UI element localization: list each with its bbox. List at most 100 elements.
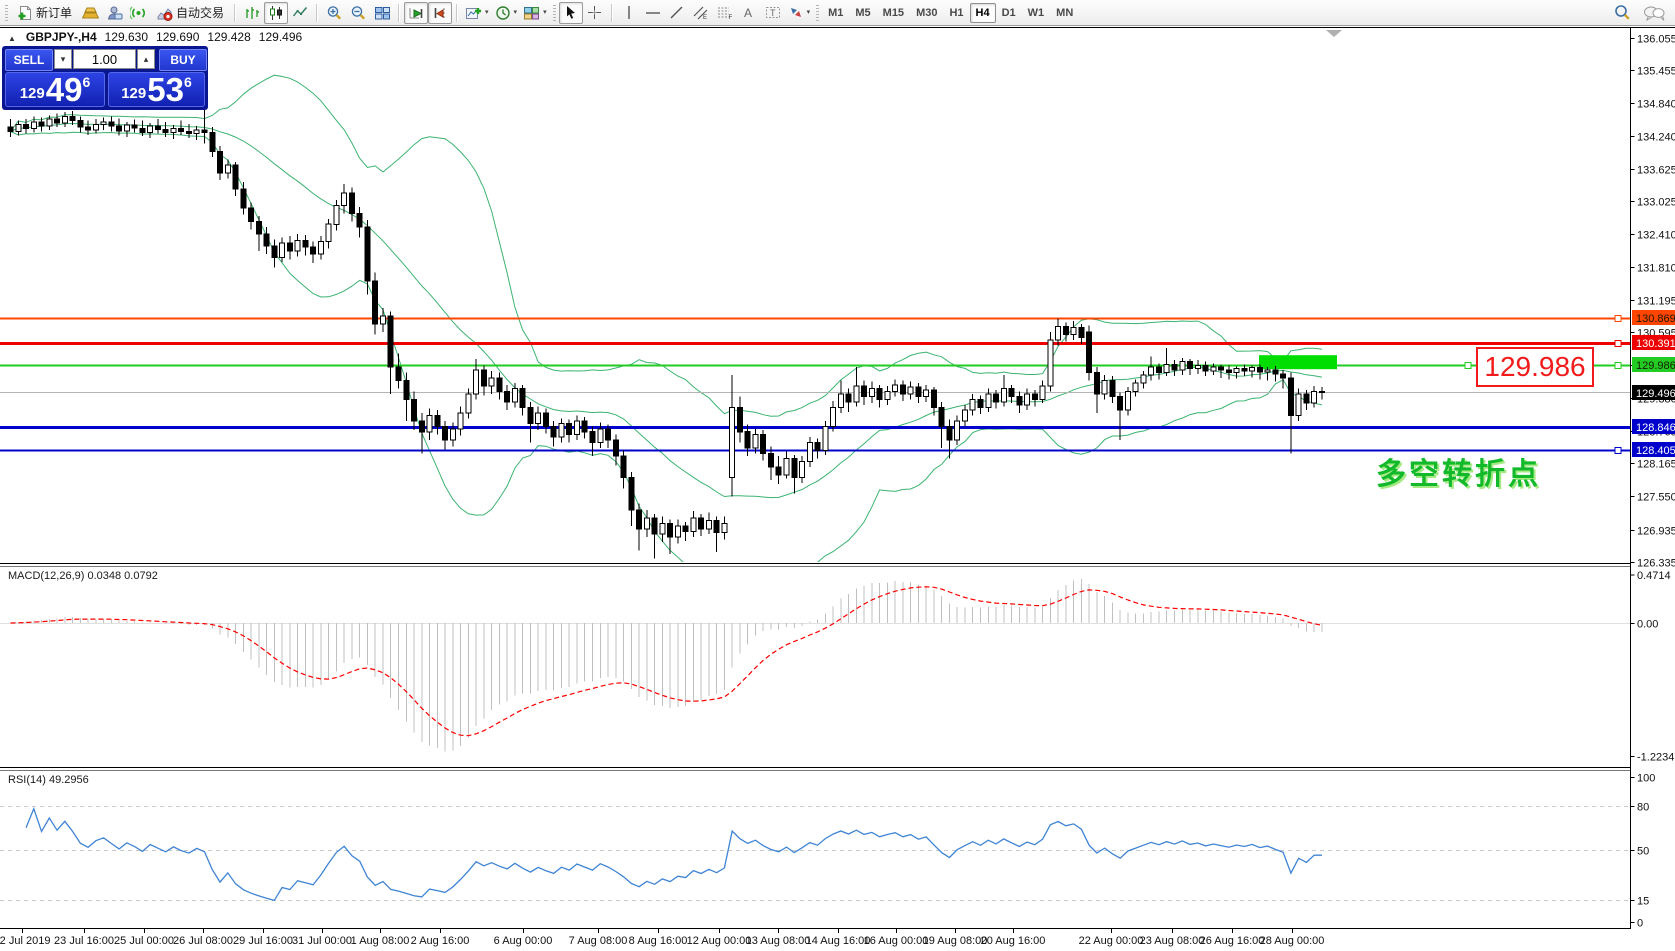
timeframe-m30[interactable]: M30 (910, 3, 943, 23)
timeframe-m5[interactable]: M5 (849, 3, 876, 23)
timeframe-m1[interactable]: M1 (822, 3, 849, 23)
ask-price-sup: 6 (184, 74, 192, 90)
new-order-button[interactable]: 新订单 (11, 2, 78, 24)
fibonacci-tool-button[interactable]: F (713, 2, 737, 24)
periods-button[interactable]: ▾ (492, 2, 521, 24)
buy-button[interactable]: BUY (159, 49, 207, 71)
svg-text:132.410: 132.410 (1637, 230, 1675, 242)
timeframe-d1[interactable]: D1 (996, 3, 1022, 23)
svg-text:128.405: 128.405 (1636, 445, 1675, 457)
templates-button[interactable]: ▾ (520, 2, 550, 24)
one-click-collapse-arrow-icon[interactable]: ▲ (8, 34, 16, 43)
text-a-icon: A (742, 5, 756, 20)
svg-text:12 Aug 00:00: 12 Aug 00:00 (687, 935, 752, 947)
cursor-tool-button[interactable] (559, 2, 583, 24)
svg-text:133.025: 133.025 (1637, 197, 1675, 209)
text-tool-button[interactable]: A (737, 2, 761, 24)
svg-text:126.935: 126.935 (1637, 526, 1675, 538)
svg-text:128.165: 128.165 (1637, 459, 1675, 471)
auto-scroll-icon (408, 5, 425, 21)
horizontal-line-tool-button[interactable] (641, 2, 665, 24)
trendline-tool-button[interactable] (665, 2, 689, 24)
line-chart-button[interactable] (288, 2, 312, 24)
clock-icon (495, 5, 511, 21)
new-order-label: 新订单 (36, 4, 72, 21)
bar-chart-button[interactable] (240, 2, 264, 24)
svg-text:29 Jul 16:00: 29 Jul 16:00 (233, 935, 293, 947)
market-watch-button[interactable] (78, 2, 102, 24)
chinese-annotation[interactable]: 多空转折点 (1376, 449, 1541, 493)
svg-text:23 Jul 16:00: 23 Jul 16:00 (54, 935, 114, 947)
svg-text:23 Aug 08:00: 23 Aug 08:00 (1140, 935, 1205, 947)
ask-quote-button[interactable]: 129 53 6 (108, 72, 205, 107)
svg-text:136.055: 136.055 (1637, 34, 1675, 46)
indicators-button[interactable]: ▾ (462, 2, 492, 24)
vertical-line-icon (623, 5, 635, 20)
svg-text:22 Aug 00:00: 22 Aug 00:00 (1079, 935, 1144, 947)
svg-text:7 Aug 08:00: 7 Aug 08:00 (569, 935, 628, 947)
timeframe-mn[interactable]: MN (1050, 3, 1079, 23)
candlestick-chart-button[interactable] (264, 2, 288, 24)
dropdown-caret-icon: ▾ (807, 9, 811, 16)
zoom-out-icon (350, 5, 367, 21)
volume-increase-button[interactable]: ▴ (137, 49, 155, 69)
volume-decrease-button[interactable]: ▾ (54, 49, 72, 69)
equidistant-channel-icon: E (693, 5, 709, 20)
tile-windows-button[interactable] (370, 2, 394, 24)
toolbar-grip[interactable] (553, 5, 556, 21)
svg-text:131.195: 131.195 (1637, 296, 1675, 308)
ohlc-open: 129.630 (105, 30, 148, 44)
bar-chart-icon (244, 5, 260, 21)
vertical-line-tool-button[interactable] (617, 2, 641, 24)
data-window-button[interactable] (102, 2, 126, 24)
horizontal-line-icon (645, 6, 661, 20)
ohlc-close: 129.496 (259, 30, 302, 44)
svg-text:6 Aug 00:00: 6 Aug 00:00 (494, 935, 553, 947)
channel-tool-button[interactable]: E (689, 2, 713, 24)
text-label-icon: T (765, 5, 781, 20)
rsi-label: RSI(14) 49.2956 (8, 774, 89, 786)
toolbar-grip[interactable] (5, 5, 8, 21)
ohlc-low: 129.428 (207, 30, 250, 44)
label-tool-button[interactable]: T (761, 2, 785, 24)
sell-button[interactable]: SELL (5, 49, 53, 71)
svg-text:0.4714: 0.4714 (1637, 570, 1671, 582)
bid-price-small: 129 (20, 83, 45, 106)
zoom-out-button[interactable] (346, 2, 370, 24)
toolbar-separator (611, 4, 613, 22)
svg-text:80: 80 (1637, 802, 1649, 814)
zoom-in-button[interactable] (322, 2, 346, 24)
timeframe-h4[interactable]: H4 (970, 3, 996, 23)
chart-shift-button[interactable] (428, 2, 452, 24)
svg-text:8 Aug 16:00: 8 Aug 16:00 (629, 935, 688, 947)
svg-text:25 Jul 00:00: 25 Jul 00:00 (114, 935, 174, 947)
signal-icon (130, 5, 147, 21)
autotrading-button[interactable]: 自动交易 (150, 2, 230, 24)
volume-input[interactable] (73, 49, 136, 69)
price-callout[interactable]: 129.986 (1476, 347, 1594, 387)
signals-button[interactable] (126, 2, 150, 24)
timeframe-h1[interactable]: H1 (943, 3, 969, 23)
svg-text:E: E (703, 15, 707, 20)
svg-text:135.455: 135.455 (1637, 66, 1675, 78)
chat-icon[interactable] (1643, 5, 1665, 21)
timeframe-w1[interactable]: W1 (1022, 3, 1051, 23)
toolbar-grip[interactable] (816, 5, 819, 21)
svg-text:0: 0 (1637, 918, 1643, 930)
arrows-tool-button[interactable]: ▾ (785, 2, 814, 24)
svg-text:26 Jul 08:00: 26 Jul 08:00 (173, 935, 233, 947)
svg-text:134.240: 134.240 (1637, 132, 1675, 144)
svg-text:134.840: 134.840 (1637, 99, 1675, 111)
tile-windows-icon (374, 5, 391, 21)
bid-quote-button[interactable]: 129 49 6 (5, 72, 105, 107)
search-icon[interactable] (1614, 4, 1631, 21)
crosshair-tool-button[interactable] (583, 2, 607, 24)
svg-text:127.550: 127.550 (1637, 492, 1675, 504)
crosshair-icon (587, 5, 602, 20)
auto-scroll-button[interactable] (404, 2, 428, 24)
svg-text:13 Aug 08:00: 13 Aug 08:00 (746, 935, 811, 947)
svg-text:126.335: 126.335 (1637, 558, 1675, 570)
svg-text:100: 100 (1637, 773, 1655, 785)
dropdown-caret-icon: ▾ (514, 9, 518, 16)
timeframe-m15[interactable]: M15 (877, 3, 910, 23)
